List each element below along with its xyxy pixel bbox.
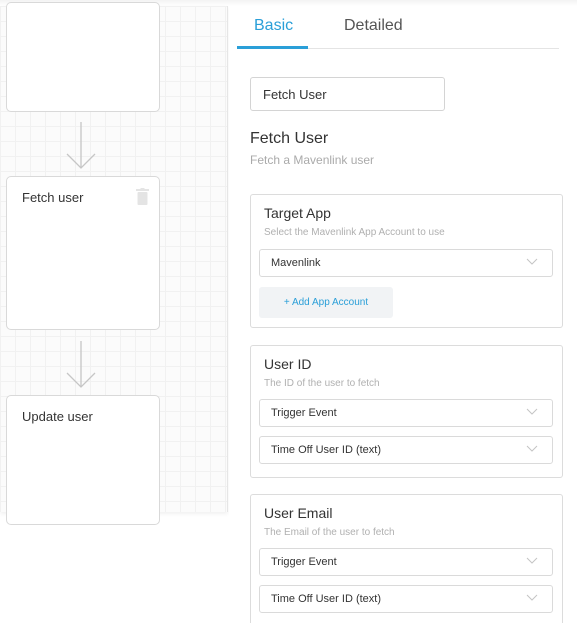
target-app-select[interactable]: Mavenlink	[259, 249, 553, 277]
user-id-source-select[interactable]: Trigger Event	[259, 399, 553, 427]
select-value: Mavenlink	[271, 257, 321, 269]
select-value: Trigger Event	[271, 407, 337, 419]
chevron-down-icon	[526, 258, 538, 265]
user-email-field: User Email The Email of the user to fetc…	[250, 494, 563, 623]
chevron-down-icon	[526, 445, 538, 452]
workflow-canvas[interactable]: Fetch user Update user	[0, 2, 228, 525]
chevron-down-icon	[526, 408, 538, 415]
arrow-down-icon	[66, 341, 96, 388]
user-email-value-select[interactable]: Time Off User ID (text)	[259, 585, 553, 613]
field-description: The ID of the user to fetch	[264, 378, 380, 389]
step-config-panel: Basic Detailed Fetch User Fetch a Mavenl…	[229, 6, 577, 623]
workflow-step-fetch-user[interactable]: Fetch user	[6, 176, 160, 330]
select-value: Trigger Event	[271, 556, 337, 568]
workflow-step-previous[interactable]	[6, 2, 160, 112]
select-value: Time Off User ID (text)	[271, 593, 382, 605]
step-name-input[interactable]	[250, 77, 445, 111]
add-app-account-button[interactable]: + Add App Account	[259, 287, 393, 318]
arrow-down-icon	[66, 122, 96, 169]
field-label: User Email	[264, 505, 333, 521]
step-heading: Fetch User	[250, 130, 329, 147]
chevron-down-icon	[526, 594, 538, 601]
field-label: Target App	[264, 205, 331, 221]
active-tab-indicator	[237, 46, 308, 49]
tab-basic[interactable]: Basic	[254, 17, 293, 35]
user-email-source-select[interactable]: Trigger Event	[259, 548, 553, 576]
user-id-value-select[interactable]: Time Off User ID (text)	[259, 436, 553, 464]
step-title: Update user	[22, 409, 93, 424]
field-label: User ID	[264, 356, 312, 372]
user-id-field: User ID The ID of the user to fetch Trig…	[250, 345, 563, 478]
select-value: Time Off User ID (text)	[271, 444, 382, 456]
trash-icon[interactable]	[136, 188, 149, 205]
field-description: The Email of the user to fetch	[264, 527, 395, 538]
target-app-field: Target App Select the Mavenlink App Acco…	[250, 194, 563, 328]
step-title: Fetch user	[22, 190, 84, 205]
tab-bar: Basic Detailed	[237, 6, 559, 49]
chevron-down-icon	[526, 557, 538, 564]
workflow-step-update-user[interactable]: Update user	[6, 395, 160, 525]
field-description: Select the Mavenlink App Account to use	[264, 227, 445, 238]
tab-detailed[interactable]: Detailed	[344, 17, 403, 35]
step-description: Fetch a Mavenlink user	[250, 153, 375, 167]
